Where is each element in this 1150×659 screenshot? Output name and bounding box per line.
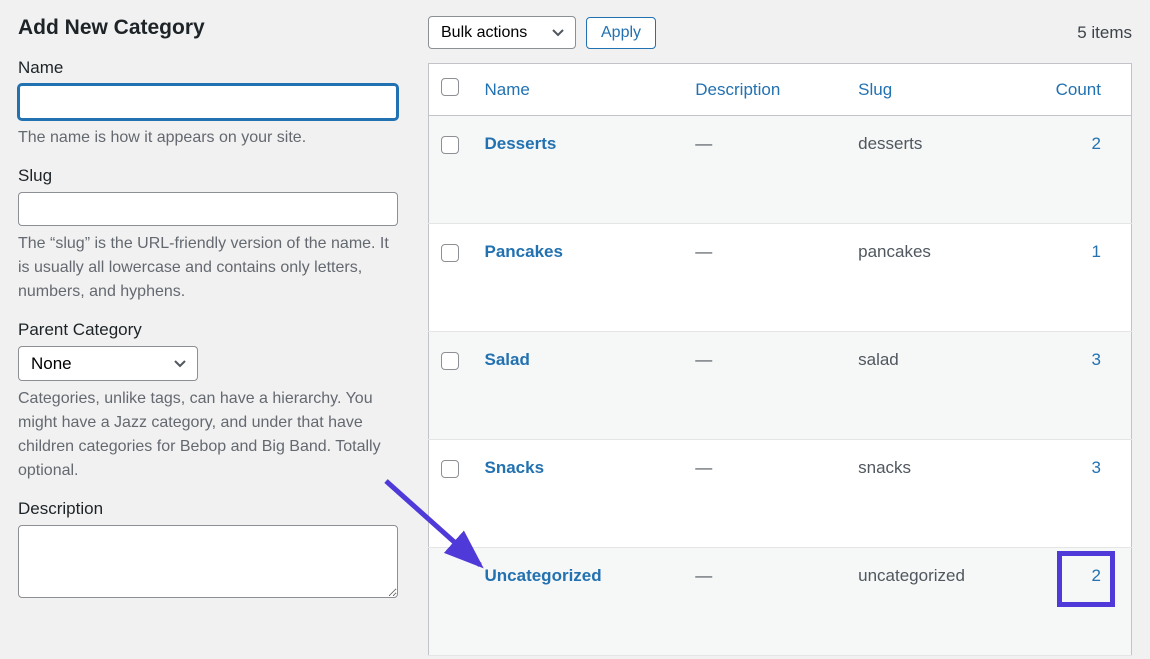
parent-select[interactable]: None — [18, 346, 198, 381]
category-slug: snacks — [846, 440, 1041, 548]
row-checkbox[interactable] — [441, 460, 459, 478]
category-desc: — — [683, 548, 846, 656]
category-count-link[interactable]: 2 — [1092, 566, 1101, 585]
category-slug: salad — [846, 332, 1041, 440]
slug-input[interactable] — [18, 192, 398, 226]
category-slug: pancakes — [846, 224, 1041, 332]
col-count[interactable]: Count — [1042, 64, 1132, 116]
category-name-link[interactable]: Desserts — [485, 134, 557, 153]
bulk-actions-select[interactable]: Bulk actions — [428, 16, 576, 49]
form-title: Add New Category — [18, 16, 398, 40]
name-label: Name — [18, 58, 398, 78]
table-row: Snacks —snacks 3 — [429, 440, 1132, 548]
category-name-link[interactable]: Pancakes — [485, 242, 563, 261]
table-row: Desserts —desserts 2 — [429, 116, 1132, 224]
parent-help: Categories, unlike tags, can have a hier… — [18, 387, 398, 483]
category-slug: desserts — [846, 116, 1041, 224]
parent-label: Parent Category — [18, 320, 398, 340]
category-desc: — — [683, 440, 846, 548]
category-desc: — — [683, 332, 846, 440]
slug-help: The “slug” is the URL-friendly version o… — [18, 232, 398, 304]
category-name-link[interactable]: Salad — [485, 350, 530, 369]
select-all-checkbox[interactable] — [441, 78, 459, 96]
row-checkbox[interactable] — [441, 136, 459, 154]
col-description[interactable]: Description — [683, 64, 846, 116]
desc-label: Description — [18, 499, 398, 519]
category-name-link[interactable]: Uncategorized — [485, 566, 602, 585]
category-slug: uncategorized — [846, 548, 1041, 656]
add-category-form: Add New Category Name The name is how it… — [18, 16, 398, 656]
table-row: Salad —salad 3 — [429, 332, 1132, 440]
row-checkbox[interactable] — [441, 352, 459, 370]
category-desc: — — [683, 224, 846, 332]
category-count-link[interactable]: 3 — [1092, 458, 1101, 477]
col-name[interactable]: Name — [473, 64, 684, 116]
name-input[interactable] — [18, 84, 398, 120]
name-help: The name is how it appears on your site. — [18, 126, 398, 150]
apply-button[interactable]: Apply — [586, 17, 656, 49]
category-count-link[interactable]: 2 — [1092, 134, 1101, 153]
category-name-link[interactable]: Snacks — [485, 458, 545, 477]
category-list-panel: Bulk actions Apply 5 items Name Descript… — [428, 16, 1132, 656]
items-count: 5 items — [1077, 23, 1132, 43]
categories-table: Name Description Slug Count Desserts—des… — [428, 63, 1132, 656]
category-count-link[interactable]: 3 — [1092, 350, 1101, 369]
table-row: Pancakes —pancakes 1 — [429, 224, 1132, 332]
row-checkbox[interactable] — [441, 244, 459, 262]
desc-textarea[interactable] — [18, 525, 398, 598]
col-slug[interactable]: Slug — [846, 64, 1041, 116]
table-row: Uncategorized —uncategorized 2 — [429, 548, 1132, 656]
category-desc: — — [683, 116, 846, 224]
category-count-link[interactable]: 1 — [1092, 242, 1101, 261]
slug-label: Slug — [18, 166, 398, 186]
